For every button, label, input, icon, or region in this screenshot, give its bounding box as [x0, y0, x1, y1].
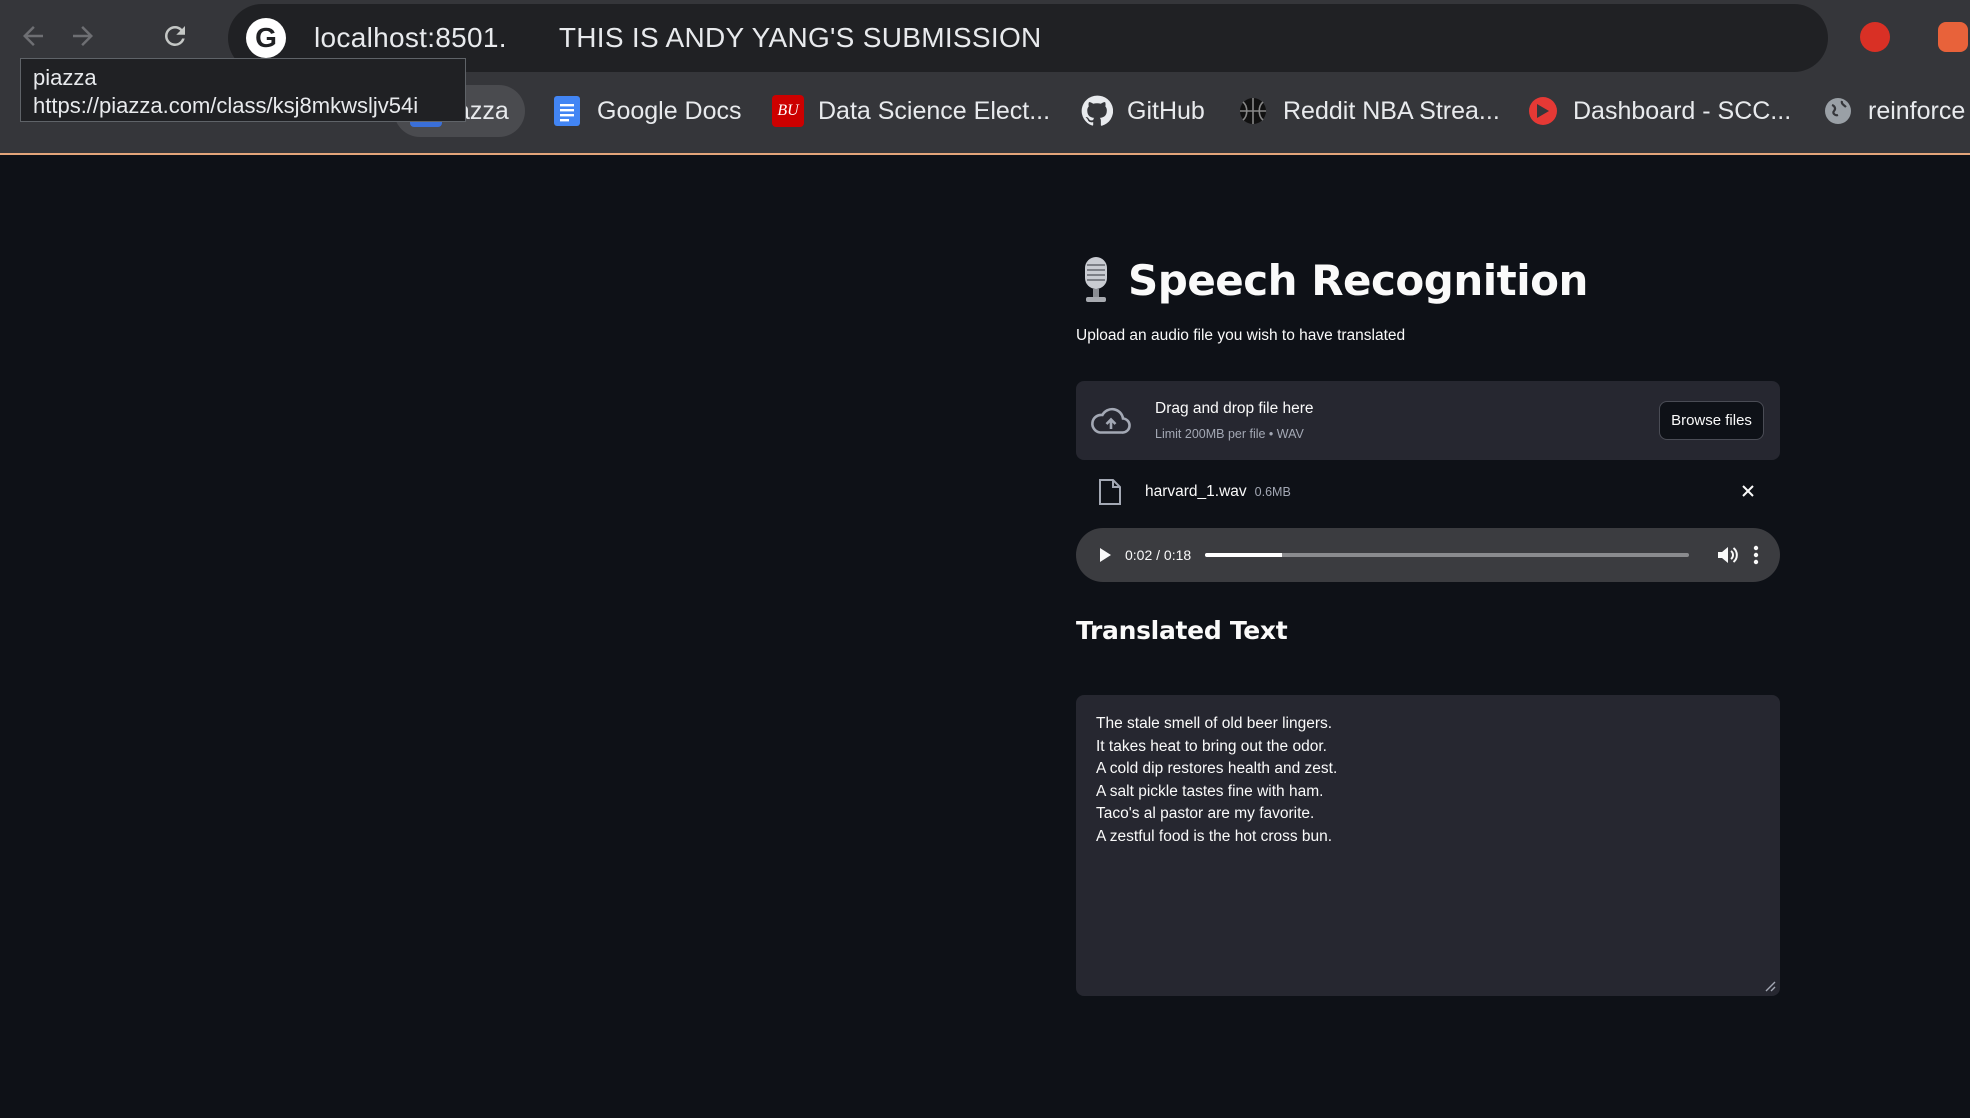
extension-icon[interactable] [1860, 22, 1890, 52]
file-icon [1099, 479, 1121, 505]
dropzone-text: Drag and drop file here Limit 200MB per … [1155, 400, 1314, 441]
arrow-right-icon [73, 26, 93, 46]
dashboard-icon [1527, 95, 1559, 127]
text-line: It takes heat to bring out the odor. [1096, 737, 1327, 755]
bookmark-label: Reddit NBA Strea... [1283, 96, 1500, 125]
audio-progress-fill [1205, 553, 1283, 557]
bookmark-label: Dashboard - SCC... [1573, 96, 1792, 125]
page-title: Speech Recognition [1128, 255, 1588, 305]
url-text[interactable]: localhost:8501. [314, 22, 507, 54]
back-button[interactable] [14, 17, 52, 55]
volume-icon[interactable] [1716, 545, 1738, 565]
bookmark-label: Google Docs [597, 96, 742, 125]
text-line: A salt pickle tastes fine with ham. [1096, 782, 1324, 800]
browse-files-button[interactable]: Browse files [1659, 401, 1764, 440]
text-line: A cold dip restores health and zest. [1096, 760, 1338, 777]
bookmark-github[interactable]: GitHub [1081, 85, 1205, 137]
bookmark-reddit-nba[interactable]: Reddit NBA Strea... [1237, 85, 1500, 137]
bookmark-reinforce[interactable]: reinforce [1822, 85, 1965, 137]
google-icon: G [246, 18, 286, 58]
file-size: 0.6MB [1254, 485, 1291, 499]
basketball-icon [1237, 95, 1269, 127]
translated-text-heading: Translated Text [1076, 616, 1288, 645]
globe-icon [1822, 95, 1854, 127]
bookmark-dashboard[interactable]: Dashboard - SCC... [1527, 85, 1791, 137]
forward-button[interactable] [64, 17, 102, 55]
text-line: Taco's al pastor are my favorite. [1096, 805, 1315, 822]
tooltip-url: https://piazza.com/class/ksj8mkwsljv54i [33, 93, 419, 118]
audio-time: 0:02 / 0:18 [1125, 547, 1192, 563]
reload-button[interactable] [156, 17, 194, 55]
text-line: The stale smell of old beer lingers. [1096, 715, 1333, 732]
github-icon [1081, 95, 1113, 127]
extension-icon-2[interactable] [1938, 22, 1968, 52]
bookmark-google-docs[interactable]: Google Docs [551, 85, 742, 137]
dropzone-instructions: Drag and drop file here [1155, 400, 1314, 417]
title-row: Speech Recognition [1076, 255, 1780, 305]
address-bar[interactable]: G localhost:8501. THIS IS ANDY YANG'S SU… [228, 4, 1828, 72]
resize-handle-icon[interactable] [1764, 980, 1776, 992]
page-subtitle: Upload an audio file you wish to have tr… [1076, 327, 1406, 344]
microphone-icon [1085, 257, 1107, 302]
bookmark-label: GitHub [1127, 96, 1205, 125]
text-line: A zestful food is the hot cross bun. [1096, 827, 1333, 845]
more-options-icon[interactable] [1746, 544, 1766, 566]
file-dropzone[interactable]: Drag and drop file here Limit 200MB per … [1076, 381, 1780, 460]
close-icon[interactable] [1738, 481, 1758, 501]
app-main: Speech Recognition Upload an audio file … [1076, 255, 1780, 996]
uploaded-file-row: harvard_1.wav 0.6MB [1076, 460, 1780, 524]
bookmark-label: Data Science Elect... [818, 96, 1051, 125]
play-icon[interactable] [1097, 546, 1113, 564]
page-title-text: THIS IS ANDY YANG'S SUBMISSION [558, 22, 1042, 53]
bookmark-tooltip: piazza https://piazza.com/class/ksj8mkws… [20, 58, 466, 122]
dropzone-limit: Limit 200MB per file • WAV [1155, 427, 1304, 441]
audio-progress-bar[interactable] [1205, 553, 1689, 557]
google-docs-icon [551, 95, 583, 127]
reload-icon [165, 25, 185, 46]
bookmark-data-science[interactable]: BU Data Science Elect... [772, 85, 1050, 137]
file-name: harvard_1.wav [1145, 483, 1247, 500]
bookmark-label: reinforce [1868, 96, 1966, 125]
cloud-upload-icon [1091, 407, 1131, 434]
audio-player: 0:02 / 0:18 [1076, 528, 1780, 582]
tooltip-title: piazza [33, 65, 97, 90]
arrow-left-icon [23, 26, 43, 46]
translated-textarea[interactable]: The stale smell of old beer lingers. It … [1076, 695, 1780, 996]
bu-icon: BU [772, 95, 804, 127]
